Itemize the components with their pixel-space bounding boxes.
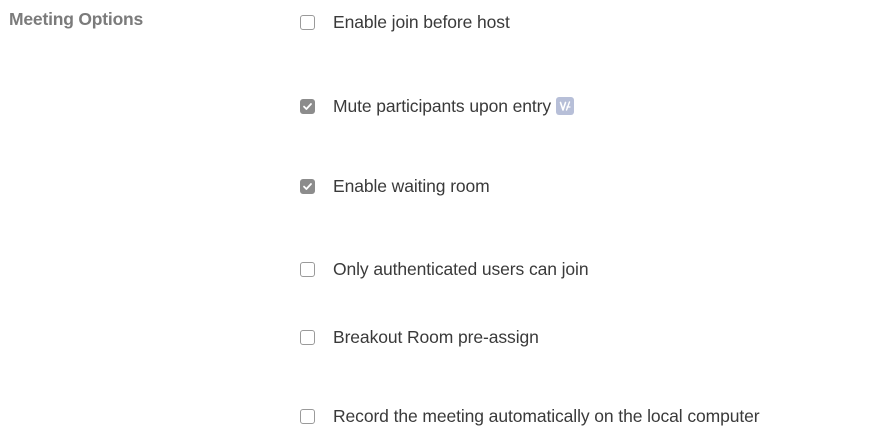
check-icon bbox=[303, 102, 312, 110]
check-icon bbox=[303, 182, 312, 190]
option-only-authenticated-users[interactable]: Only authenticated users can join bbox=[300, 258, 589, 280]
enable-waiting-room-checkbox[interactable] bbox=[300, 178, 315, 194]
video-info-glyph bbox=[559, 101, 571, 111]
meeting-options-label: Meeting Options bbox=[9, 9, 144, 29]
enable-join-before-host-checkbox[interactable] bbox=[300, 14, 315, 30]
option-mute-participants-upon-entry[interactable]: Mute participants upon entry bbox=[300, 95, 575, 117]
only-authenticated-users-label[interactable]: Only authenticated users can join bbox=[333, 259, 589, 280]
enable-join-before-host-label[interactable]: Enable join before host bbox=[333, 12, 510, 33]
option-breakout-room-pre-assign[interactable]: Breakout Room pre-assign bbox=[300, 326, 539, 348]
option-record-meeting-automatically[interactable]: Record the meeting automatically on the … bbox=[300, 405, 760, 427]
only-authenticated-users-checkbox[interactable] bbox=[300, 261, 315, 277]
option-enable-waiting-room[interactable]: Enable waiting room bbox=[300, 175, 490, 197]
record-meeting-automatically-label[interactable]: Record the meeting automatically on the … bbox=[333, 406, 760, 427]
mute-participants-upon-entry-label[interactable]: Mute participants upon entry bbox=[333, 96, 551, 117]
breakout-room-pre-assign-checkbox[interactable] bbox=[300, 329, 315, 345]
enable-waiting-room-label[interactable]: Enable waiting room bbox=[333, 176, 490, 197]
record-meeting-automatically-checkbox[interactable] bbox=[300, 408, 315, 424]
option-enable-join-before-host[interactable]: Enable join before host bbox=[300, 11, 510, 33]
mute-participants-upon-entry-checkbox[interactable] bbox=[300, 98, 315, 114]
video-info-icon[interactable] bbox=[556, 97, 575, 115]
breakout-room-pre-assign-label[interactable]: Breakout Room pre-assign bbox=[333, 327, 539, 348]
